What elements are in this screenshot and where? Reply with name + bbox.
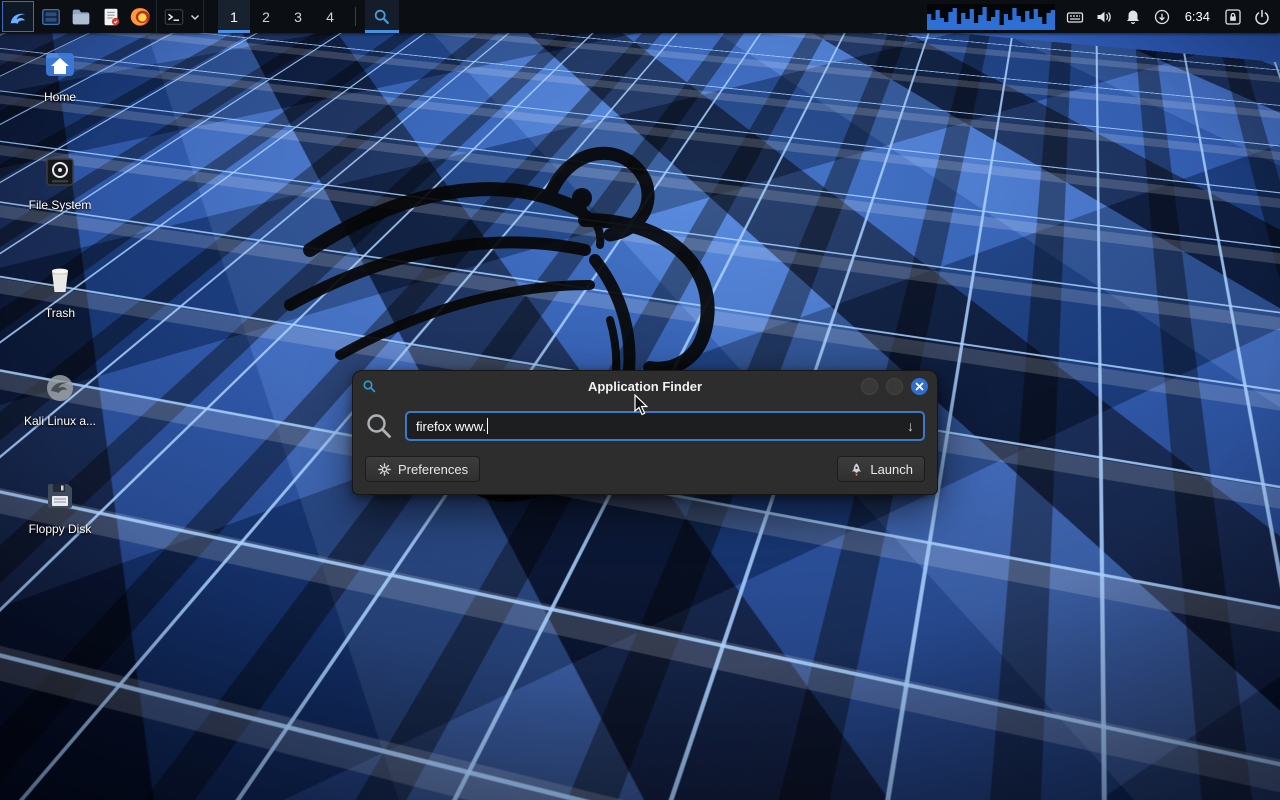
panel-tray: 6:34 (927, 0, 1280, 33)
maximize-button[interactable] (886, 378, 903, 395)
desktop-icon-file-system[interactable]: File System (12, 154, 108, 212)
preferences-button[interactable]: Preferences (365, 456, 480, 482)
terminal-icon (163, 6, 185, 28)
text-editor-launcher[interactable] (96, 0, 126, 33)
workspace-1[interactable]: 1 (218, 0, 250, 33)
launch-icon (849, 462, 864, 477)
app-finder-task-icon (373, 8, 391, 26)
folder-icon (70, 6, 92, 28)
desktop-icon-label: File System (29, 198, 92, 212)
preferences-label: Preferences (398, 462, 468, 477)
workspace-1-label: 1 (230, 9, 238, 25)
buttons-row: Preferences Launch (365, 456, 925, 482)
desktop-icon-label: Kali Linux a... (24, 414, 96, 428)
trash-icon (42, 262, 78, 298)
desktop-icon-list: Home File System Trash Kal (12, 46, 108, 536)
text-editor-icon (100, 6, 122, 28)
window-title: Application Finder (413, 379, 877, 394)
desktop-icon-trash[interactable]: Trash (12, 262, 108, 320)
firefox-icon (130, 6, 152, 28)
notifications-tray-button[interactable] (1124, 8, 1142, 26)
text-caret (487, 418, 488, 434)
file-system-icon (42, 154, 78, 190)
desktop-icon-home[interactable]: Home (12, 46, 108, 104)
panel-launchers (0, 0, 204, 33)
workspace-4[interactable]: 4 (314, 0, 346, 33)
search-input[interactable]: firefox www. ↓ (405, 411, 925, 441)
clock[interactable]: 6:34 (1182, 9, 1213, 24)
bell-icon (1124, 8, 1142, 26)
workspace-2-label: 2 (262, 9, 270, 25)
kali-link-icon (42, 370, 78, 406)
terminal-launcher-group (156, 0, 204, 33)
panel-separator (355, 7, 356, 26)
home-icon (42, 46, 78, 82)
top-panel: 1 2 3 4 (0, 0, 1280, 33)
keyboard-icon (1066, 8, 1084, 26)
mouse-cursor (634, 394, 649, 416)
file-manager-icon (40, 6, 62, 28)
desktop-icon-label: Home (44, 90, 76, 104)
terminal-menu-chevron-icon[interactable] (189, 11, 201, 23)
launch-button[interactable]: Launch (837, 456, 925, 482)
desktop-icon-label: Trash (45, 306, 75, 320)
launch-label: Launch (870, 462, 913, 477)
update-arrow-icon (1153, 8, 1171, 26)
desktop-icon-label: Floppy Disk (29, 522, 92, 536)
file-manager-launcher[interactable] (36, 0, 66, 33)
firefox-launcher[interactable] (126, 0, 156, 33)
dropdown-arrow-icon[interactable]: ↓ (907, 419, 914, 433)
workspace-3[interactable]: 3 (282, 0, 314, 33)
volume-tray-button[interactable] (1095, 8, 1113, 26)
kali-logo-icon (7, 6, 29, 28)
files-launcher[interactable] (66, 0, 96, 33)
desktop-icon-kali-docs[interactable]: Kali Linux a... (12, 370, 108, 428)
window-icon (362, 379, 377, 394)
workspace-switcher: 1 2 3 4 (218, 0, 346, 33)
taskbar-application-finder-button[interactable] (365, 0, 399, 33)
screen-lock-tray-button[interactable] (1224, 8, 1242, 26)
desktop-icon-floppy[interactable]: Floppy Disk (12, 478, 108, 536)
updates-tray-button[interactable] (1153, 8, 1171, 26)
desktop: 1 2 3 4 (0, 0, 1280, 800)
cpu-graph[interactable] (927, 4, 1055, 30)
workspace-3-label: 3 (294, 9, 302, 25)
terminal-launcher[interactable] (159, 6, 189, 28)
search-input-value: firefox www. (416, 419, 486, 434)
lock-icon (1224, 8, 1242, 26)
close-icon (915, 382, 924, 391)
floppy-disk-icon (42, 478, 78, 514)
power-icon (1253, 8, 1271, 26)
keyboard-tray-button[interactable] (1066, 8, 1084, 26)
workspace-4-label: 4 (326, 9, 334, 25)
volume-icon (1095, 8, 1113, 26)
search-icon (365, 412, 393, 440)
application-finder-window: Application Finder firefox www. (352, 370, 938, 495)
logout-tray-button[interactable] (1253, 8, 1271, 26)
workspace-2[interactable]: 2 (250, 0, 282, 33)
close-button[interactable] (911, 378, 928, 395)
kali-menu-button[interactable] (2, 1, 34, 32)
gear-icon (377, 462, 392, 477)
